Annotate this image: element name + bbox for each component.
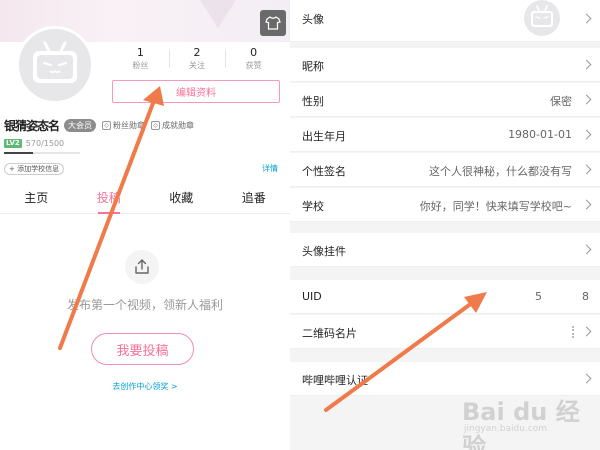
profile-avatar[interactable] — [16, 26, 94, 104]
baidu-watermark: Bai du 经验 jingyan.baidu.com — [462, 392, 592, 450]
row-label: 性别 — [302, 95, 324, 108]
stat-following[interactable]: 2 关注 — [168, 46, 226, 76]
row-label: 昵称 — [302, 60, 324, 73]
chevron-right-icon — [581, 13, 592, 24]
empty-state-text: 发布第一个视频，领新人福利 — [66, 298, 223, 312]
row-value: 1980-01-01 — [508, 128, 572, 141]
stat-label: 关注 — [189, 61, 205, 70]
uid-value-part: 8 — [582, 290, 589, 303]
upload-icon — [125, 250, 159, 284]
level-row: LV2 570/1500 — [4, 139, 64, 148]
edit-profile-button[interactable]: 编辑资料 — [112, 80, 280, 103]
tab-home[interactable]: 主页 — [0, 184, 73, 213]
detail-link[interactable]: 详情 — [262, 163, 278, 174]
watermark-url: jingyan.baidu.com — [464, 424, 548, 434]
row-school[interactable]: 学校 你好，同学！快来填写学校吧~ — [290, 188, 600, 222]
level-badge: LV2 — [4, 139, 22, 148]
tab-favorites[interactable]: 收藏 — [145, 184, 218, 213]
row-value: 这个人很神秘，什么都没有写 — [429, 165, 572, 178]
row-label: 头像 — [302, 13, 324, 26]
edit-info-page: 头像 昵称 性别 保密 出生年月 1980-01-01 个性签名 这个人很神秘，… — [290, 0, 600, 450]
row-label: 二维码名片 — [302, 327, 357, 340]
stat-value: 0 — [250, 46, 258, 59]
tab-bangumi[interactable]: 追番 — [218, 184, 291, 213]
fans-medal[interactable]: ◇ 粉丝勋章 — [102, 120, 145, 131]
profile-page: 1 粉丝 2 关注 0 获赞 编辑资料 银猜姿态名 大会员 ◇ 粉丝勋章 ◇ 成… — [0, 0, 290, 450]
row-label: 头像挂件 — [302, 245, 346, 258]
chevron-right-icon — [581, 373, 592, 384]
row-label: 哔哩哔哩认证 — [302, 374, 368, 387]
creator-center-link[interactable]: 去创作中心领奖 > — [0, 381, 290, 392]
row-avatar[interactable]: 头像 — [290, 0, 600, 42]
chevron-right-icon — [581, 244, 592, 255]
stat-value: 1 — [136, 46, 144, 59]
tshirt-icon[interactable] — [260, 10, 286, 36]
chevron-right-icon — [581, 199, 592, 210]
row-signature[interactable]: 个性签名 这个人很神秘，什么都没有写 — [290, 153, 600, 187]
medal-icon: ◇ — [151, 120, 160, 130]
exp-progress-fill — [4, 152, 33, 154]
uid-value-part: 5 — [535, 290, 542, 303]
chevron-right-icon — [581, 59, 592, 70]
qr-code-icon — [572, 326, 574, 338]
achievement-medal[interactable]: ◇ 成就勋章 — [151, 120, 194, 131]
username: 银猜姿态名 — [4, 118, 60, 133]
row-value: 你好，同学！快来填写学校吧~ — [419, 200, 572, 213]
achievement-medal-label: 成就勋章 — [162, 120, 194, 130]
row-qr-card[interactable]: 二维码名片 — [290, 315, 600, 349]
profile-stats: 1 粉丝 2 关注 0 获赞 — [112, 46, 282, 76]
row-label: 个性签名 — [302, 165, 346, 178]
row-value: 保密 — [550, 95, 572, 108]
watermark-logo: Bai du 经验 — [462, 398, 580, 450]
tab-posts[interactable]: 投稿 — [73, 184, 146, 214]
stat-label: 粉丝 — [132, 61, 149, 70]
chevron-right-icon — [581, 326, 592, 337]
chevron-right-icon — [581, 129, 592, 140]
row-uid: UID 5 8 — [290, 280, 600, 314]
stat-followers[interactable]: 1 粉丝 — [112, 46, 169, 76]
row-label: UID — [302, 290, 322, 303]
stat-likes[interactable]: 0 获赞 — [225, 46, 282, 76]
add-school-button[interactable]: + 添加学校信息 — [4, 163, 65, 175]
banner-decoration — [200, 0, 236, 28]
row-label: 出生年月 — [302, 130, 346, 143]
vip-badge[interactable]: 大会员 — [64, 118, 96, 132]
row-bilibili-verify[interactable]: 哔哩哔哩认证 — [290, 362, 600, 396]
chevron-right-icon — [581, 94, 592, 105]
post-video-button[interactable]: 我要投稿 — [91, 333, 194, 365]
exp-progress-bar — [4, 152, 80, 154]
medal-icon: ◇ — [102, 120, 111, 130]
avatar-thumbnail — [524, 0, 560, 36]
row-avatar-pendant[interactable]: 头像挂件 — [290, 233, 600, 267]
chevron-right-icon — [581, 164, 592, 175]
row-gender[interactable]: 性别 保密 — [290, 83, 600, 117]
fans-medal-label: 粉丝勋章 — [113, 120, 145, 130]
stat-label: 获赞 — [245, 61, 262, 70]
profile-tabs: 主页 投稿 收藏 追番 — [0, 184, 290, 214]
name-row: 银猜姿态名 大会员 ◇ 粉丝勋章 ◇ 成就勋章 — [4, 117, 290, 133]
row-birthday[interactable]: 出生年月 1980-01-01 — [290, 118, 600, 152]
stat-value: 2 — [193, 46, 201, 59]
row-nickname[interactable]: 昵称 — [290, 48, 600, 82]
exp-text: 570/1500 — [25, 139, 65, 148]
row-label: 学校 — [302, 200, 324, 213]
